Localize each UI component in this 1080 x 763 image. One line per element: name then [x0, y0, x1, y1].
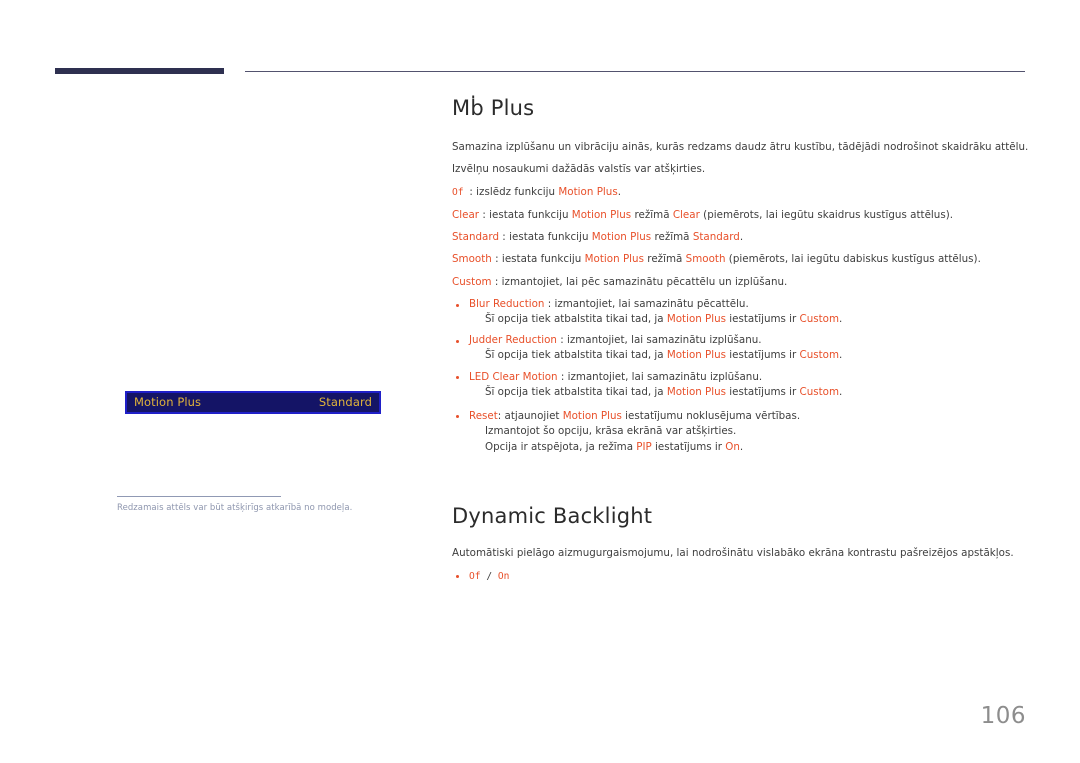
option-keyword: Blur Reduction	[469, 298, 545, 311]
option-keyword: LED Clear Motion	[469, 370, 558, 383]
body-text: režīmā	[644, 253, 686, 266]
body-text: : izslēdz funkciju	[469, 186, 559, 199]
body-text: .	[839, 313, 843, 326]
option-keyword: Motion Plus	[666, 313, 727, 326]
option-keyword: Motion Plus	[562, 409, 622, 422]
osd-menu-value: Standard	[318, 394, 372, 409]
body-text: Šī opcija tiek atbalstita tikai tad, ja	[485, 385, 667, 398]
body-text: : izmantojiet, lai samazinātu pēcattēlu.	[544, 298, 749, 311]
body-text: /	[486, 570, 498, 582]
dynamic-backlight-description: Automātiski pielāgo aizmugurgaismojumu, …	[452, 547, 1014, 560]
content-column: Mḃ Plus Samazina izplūšanu un vibrāciju …	[452, 96, 1029, 590]
option-keyword: Custom	[799, 349, 839, 362]
option-line: Custom : izmantojiet, lai pēc samazinātu…	[452, 276, 1027, 289]
body-text: režīmā	[651, 231, 693, 244]
intro-paragraph-secondary: Izvēlņu nosaukumi dažādās valstīs var at…	[452, 163, 706, 176]
option-keyword: Clear	[672, 208, 700, 221]
option-keyword: Of	[452, 187, 470, 199]
header-rule	[245, 71, 1025, 72]
option-keyword: Motion Plus	[666, 349, 727, 362]
section-title-dynamic-backlight: Dynamic Backlight	[452, 504, 653, 529]
body-text: Izmantojot šo opciju, krāsa ekrānā var a…	[485, 424, 737, 437]
option-keyword: Motion Plus	[571, 208, 632, 221]
list-item-note: Šī opcija tiek atbalstita tikai tad, ja …	[469, 348, 1027, 364]
osd-menu-label: Motion Plus	[134, 394, 202, 409]
sub-option-list: Blur Reduction : izmantojiet, lai samazi…	[452, 298, 1027, 455]
body-text: Šī opcija tiek atbalstita tikai tad, ja	[485, 313, 667, 326]
body-text: (piemērots, lai iegūtu skaidrus kustīgus…	[699, 208, 954, 221]
option-keyword: Judder Reduction	[469, 334, 557, 347]
body-text: : izmantojiet, lai pēc samazinātu pēcatt…	[491, 275, 788, 288]
body-text: iestatījumu noklusējuma vērtības.	[621, 409, 801, 422]
body-text: .	[739, 440, 744, 453]
option-keyword: Custom	[452, 275, 492, 288]
option-line: Of : izslēdz funkciju Motion Plus.	[452, 186, 1027, 199]
body-text: Opcija ir atspējota, ja režīma	[485, 440, 637, 453]
option-keyword: Reset	[469, 409, 498, 422]
list-item-main: Blur Reduction : izmantojiet, lai samazi…	[469, 298, 1027, 312]
body-text: Šī opcija tiek atbalstita tikai tad, ja	[485, 349, 667, 362]
list-item-main: Of / On	[469, 570, 1027, 584]
option-keyword: On	[725, 440, 740, 453]
list-item: LED Clear Motion : izmantojiet, lai sama…	[452, 371, 1027, 401]
option-line: Clear : iestata funkciju Motion Plus rež…	[452, 209, 1027, 222]
body-text: (piemērots, lai iegūtu dabiskus kustīgus…	[725, 253, 981, 266]
option-keyword: Motion Plus	[591, 231, 652, 244]
option-keyword: Standard	[692, 231, 740, 244]
option-list: Of : izslēdz funkciju Motion Plus. Clear …	[452, 186, 1027, 288]
body-text: iestatījums ir	[726, 313, 800, 326]
body-text: : iestata funkciju	[479, 208, 572, 221]
body-text: : izmantojiet, lai samazinātu izplūšanu.	[556, 334, 762, 347]
body-text: .	[739, 231, 744, 244]
body-text: iestatījums ir	[651, 440, 726, 453]
body-text: : izmantojiet, lai samazinātu izplūšanu.	[557, 370, 763, 383]
body-text: : atjaunojiet	[497, 409, 563, 422]
option-keyword: Clear	[452, 208, 480, 221]
body-text: režīmā	[631, 208, 673, 221]
list-item: Reset: atjaunojiet Motion Plus iestatīju…	[452, 410, 1027, 456]
list-item: Of / On	[452, 570, 1027, 584]
body-text: .	[839, 385, 843, 398]
list-item-main: LED Clear Motion : izmantojiet, lai sama…	[469, 371, 1027, 385]
body-text: : iestata funkciju	[499, 231, 592, 244]
illustration-caption: Redzamais attēls var būt atšķirīgs atkar…	[117, 503, 353, 513]
body-text: .	[617, 186, 622, 199]
intro-paragraph: Samazina izplūšanu un vibrāciju ainās, k…	[452, 141, 1029, 153]
list-item: Judder Reduction : izmantojiet, lai sama…	[452, 334, 1027, 364]
option-keyword: Smooth	[452, 253, 492, 266]
body-text: iestatījums ir	[726, 349, 800, 362]
list-item-note: Šī opcija tiek atbalstita tikai tad, ja …	[469, 312, 1027, 328]
list-item-main: Reset: atjaunojiet Motion Plus iestatīju…	[469, 410, 1027, 424]
option-keyword: Standard	[452, 231, 500, 244]
option-keyword: On	[497, 570, 510, 582]
list-item-note: Izmantojot šo opciju, krāsa ekrānā var a…	[469, 424, 1027, 440]
option-keyword: PIP	[636, 440, 652, 453]
page-number: 106	[980, 703, 1026, 729]
option-keyword: Custom	[799, 385, 839, 398]
body-text: : iestata funkciju	[491, 253, 585, 266]
list-item-main: Judder Reduction : izmantojiet, lai sama…	[469, 334, 1027, 348]
list-item-note: Šī opcija tiek atbalstita tikai tad, ja …	[469, 385, 1027, 401]
page-title: Mḃ Plus	[452, 96, 535, 120]
option-keyword: Of	[469, 570, 487, 582]
osd-menu-row-motion-plus[interactable]: Motion Plus Standard	[125, 391, 381, 414]
body-text: iestatījums ir	[726, 385, 800, 398]
header-accent-bar	[55, 68, 224, 74]
dynamic-backlight-option-list: Of / On	[452, 570, 1027, 584]
option-keyword: Motion Plus	[558, 186, 618, 199]
body-text: .	[839, 349, 843, 362]
list-item-note: Opcija ir atspējota, ja režīma PIP iesta…	[469, 440, 1027, 456]
option-keyword: Smooth	[685, 253, 726, 266]
option-keyword: Motion Plus	[584, 253, 644, 266]
option-keyword: Custom	[799, 313, 839, 326]
option-line: Standard : iestata funkciju Motion Plus …	[452, 231, 1027, 244]
list-item: Blur Reduction : izmantojiet, lai samazi…	[452, 298, 1027, 328]
caption-divider	[117, 496, 281, 497]
option-keyword: Motion Plus	[666, 385, 727, 398]
option-line: Smooth : iestata funkciju Motion Plus re…	[452, 253, 1027, 266]
